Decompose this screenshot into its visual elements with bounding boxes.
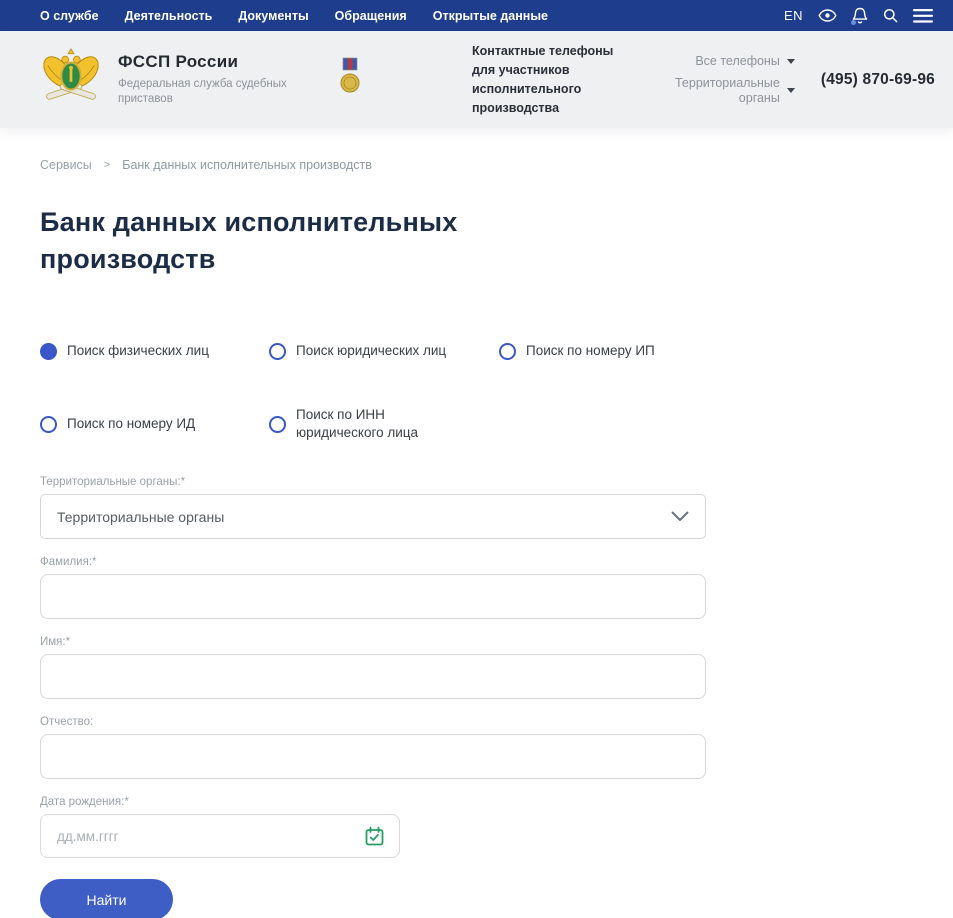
breadcrumb: Сервисы > Банк данных исполнительных про… xyxy=(40,158,953,172)
breadcrumb-separator-icon: > xyxy=(103,159,111,171)
nav-item-about[interactable]: О службе xyxy=(40,9,99,23)
territorial-bodies-dropdown[interactable]: Территориальные органы xyxy=(662,76,795,106)
radio-label: Поиск юридических лиц xyxy=(296,343,447,358)
lastname-input[interactable] xyxy=(40,574,706,619)
all-phones-label: Все телефоны xyxy=(695,53,780,68)
radio-icon[interactable] xyxy=(269,415,286,433)
radio-label: Поиск по номеру ИП xyxy=(526,343,655,358)
language-toggle[interactable]: EN xyxy=(784,8,803,23)
firstname-input[interactable] xyxy=(40,654,706,699)
phone-number[interactable]: (495) 870-69-96 xyxy=(821,71,935,89)
fssp-emblem xyxy=(40,46,102,113)
medal-icon xyxy=(340,56,360,103)
birthdate-field-label: Дата рождения:* xyxy=(40,796,129,808)
org-name: ФССП России xyxy=(118,52,239,71)
search-submit-button[interactable]: Найти xyxy=(40,879,173,918)
territorial-bodies-field-label: Территориальные органы:* xyxy=(40,476,186,488)
search-type-group: Поиск физических лиц Поиск юридических л… xyxy=(40,342,720,442)
radio-icon[interactable] xyxy=(40,342,57,360)
chevron-down-icon xyxy=(786,58,795,64)
contact-phones-title: Контактные телефоны для участников испол… xyxy=(472,43,614,115)
main-content: Сервисы > Банк данных исполнительных про… xyxy=(0,158,953,918)
radio-icon[interactable] xyxy=(499,342,516,360)
radio-search-by-inn[interactable]: Поиск по ИНН юридического лица xyxy=(269,406,499,442)
page-title: Банк данных исполнительных производств xyxy=(40,207,458,274)
radio-label: Поиск по ИНН юридического лица xyxy=(296,407,418,440)
radio-search-by-id-number[interactable]: Поиск по номеру ИД xyxy=(40,415,269,433)
breadcrumb-services[interactable]: Сервисы xyxy=(40,158,92,172)
all-phones-dropdown[interactable]: Все телефоны xyxy=(695,54,795,69)
radio-search-legal-entities[interactable]: Поиск юридических лиц xyxy=(269,342,499,360)
lastname-field-label: Фамилия:* xyxy=(40,556,97,568)
nav-item-documents[interactable]: Документы xyxy=(238,9,308,23)
radio-search-individuals[interactable]: Поиск физических лиц xyxy=(40,342,269,360)
logo-block[interactable]: ФССП России Федеральная служба судебных … xyxy=(40,46,290,113)
menu-icon[interactable] xyxy=(913,8,933,23)
radio-icon[interactable] xyxy=(40,415,57,433)
top-nav-links: О службе Деятельность Документы Обращени… xyxy=(40,9,548,23)
patronymic-field-label: Отчество: xyxy=(40,716,94,728)
territorial-bodies-label: Территориальные органы xyxy=(674,75,780,105)
calendar-check-icon[interactable] xyxy=(364,826,385,847)
nav-item-appeals[interactable]: Обращения xyxy=(335,9,407,23)
radio-icon[interactable] xyxy=(269,342,286,360)
radio-label: Поиск физических лиц xyxy=(67,343,209,358)
bell-icon[interactable] xyxy=(851,7,868,25)
notification-dot xyxy=(851,19,856,25)
nav-item-activity[interactable]: Деятельность xyxy=(125,9,213,23)
eye-icon[interactable] xyxy=(818,9,837,22)
site-header: ФССП России Федеральная служба судебных … xyxy=(0,31,953,128)
chevron-down-icon xyxy=(786,88,795,93)
patronymic-input[interactable] xyxy=(40,734,706,779)
radio-label: Поиск по номеру ИД xyxy=(67,416,196,431)
search-form: Территориальные органы:* Территориальные… xyxy=(40,476,706,918)
radio-search-by-ip-number[interactable]: Поиск по номеру ИП xyxy=(499,342,720,360)
breadcrumb-current: Банк данных исполнительных производств xyxy=(122,158,372,172)
nav-item-open-data[interactable]: Открытые данные xyxy=(433,9,548,23)
org-subtitle: Федеральная служба судебных приставов xyxy=(118,78,287,105)
birthdate-input[interactable] xyxy=(43,816,364,856)
top-nav-bar: О службе Деятельность Документы Обращени… xyxy=(0,0,953,31)
territorial-bodies-select[interactable]: Территориальные органы xyxy=(40,494,706,539)
search-icon[interactable] xyxy=(883,8,898,23)
firstname-field-label: Имя:* xyxy=(40,636,71,648)
birthdate-field xyxy=(40,814,400,858)
chevron-down-icon xyxy=(671,511,689,521)
territorial-bodies-select-value: Территориальные органы xyxy=(57,508,225,525)
